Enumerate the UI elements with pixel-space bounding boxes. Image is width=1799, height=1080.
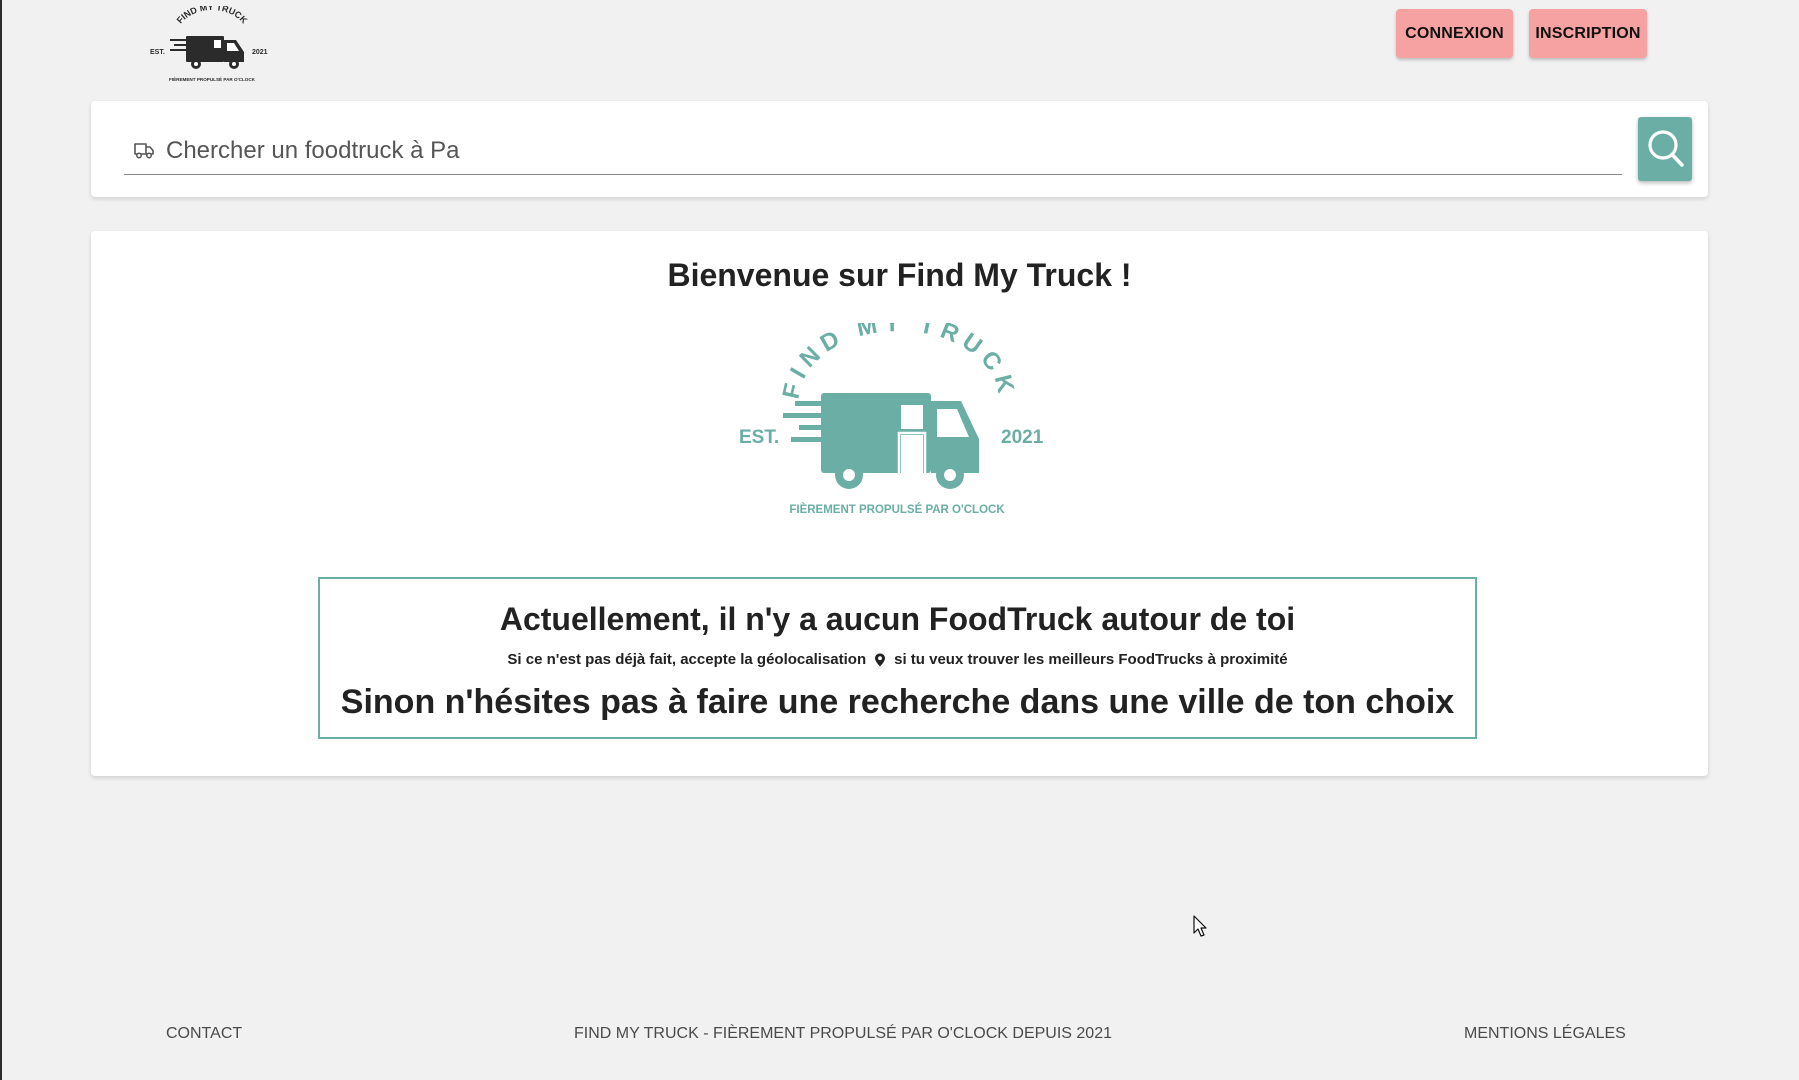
brand-logo-tagline: FIÈREMENT PROPULSÉ PAR O'CLOCK [789, 503, 1005, 516]
signup-button[interactable]: INSCRIPTION [1529, 9, 1647, 58]
footer-legal-link[interactable]: MENTIONS LÉGALES [1464, 1025, 1626, 1043]
search-card [91, 101, 1708, 197]
brand-logo-est: EST. [739, 427, 779, 448]
search-button[interactable] [1638, 117, 1692, 181]
header-logo-est: EST. [150, 49, 165, 56]
notice-subtext: Si ce n'est pas déjà fait, accepte la gé… [320, 651, 1475, 668]
login-button[interactable]: CONNEXION [1396, 9, 1513, 58]
notice-alternative: Sinon n'hésites pas à faire une recherch… [340, 683, 1455, 721]
brand-logo-arc-text: FIND MY TRUCK [777, 323, 1014, 401]
window-left-edge [0, 0, 2, 1080]
no-foodtruck-notice: Actuellement, il n'y a aucun FoodTruck a… [318, 577, 1477, 739]
search-input[interactable] [164, 132, 1608, 170]
footer-contact-link[interactable]: CONTACT [166, 1025, 242, 1043]
svg-text:FIND MY TRUCK: FIND MY TRUCK [777, 323, 1020, 401]
truck-icon [134, 143, 154, 159]
notice-heading: Actuellement, il n'y a aucun FoodTruck a… [499, 601, 1296, 637]
search-field[interactable] [124, 125, 1622, 175]
header-logo-tagline: FIÈREMENT PROPULSÉ PAR O'CLOCK [169, 75, 256, 82]
welcome-title: Bienvenue sur Find My Truck ! [667, 257, 1132, 293]
footer-copyright: FIND MY TRUCK - FIÈREMENT PROPULSÉ PAR O… [574, 1025, 1112, 1042]
brand-logo-year: 2021 [1001, 427, 1044, 448]
svg-text:FIND MY TRUCK: FIND MY TRUCK [175, 6, 250, 26]
welcome-card: Bienvenue sur Find My Truck ! FIND MY TR… [91, 231, 1708, 776]
search-icon [1648, 130, 1684, 167]
header-logo-year: 2021 [252, 49, 268, 56]
header-logo[interactable]: FIND MY TRUCK EST. 2021 FIÈREMENT PROPUL… [148, 6, 276, 84]
brand-logo: FIND MY TRUCK EST. 2021 FIÈREMENT PROPUL… [739, 323, 1044, 516]
location-pin-icon [875, 653, 886, 666]
notice-subtext-before: Si ce n'est pas déjà fait, accepte la gé… [507, 651, 867, 668]
header-logo-arc-text: FIND MY TRUCK [175, 6, 250, 26]
mouse-cursor-icon [1193, 915, 1207, 937]
notice-subtext-after: si tu veux trouver les meilleurs FoodTru… [894, 651, 1288, 668]
